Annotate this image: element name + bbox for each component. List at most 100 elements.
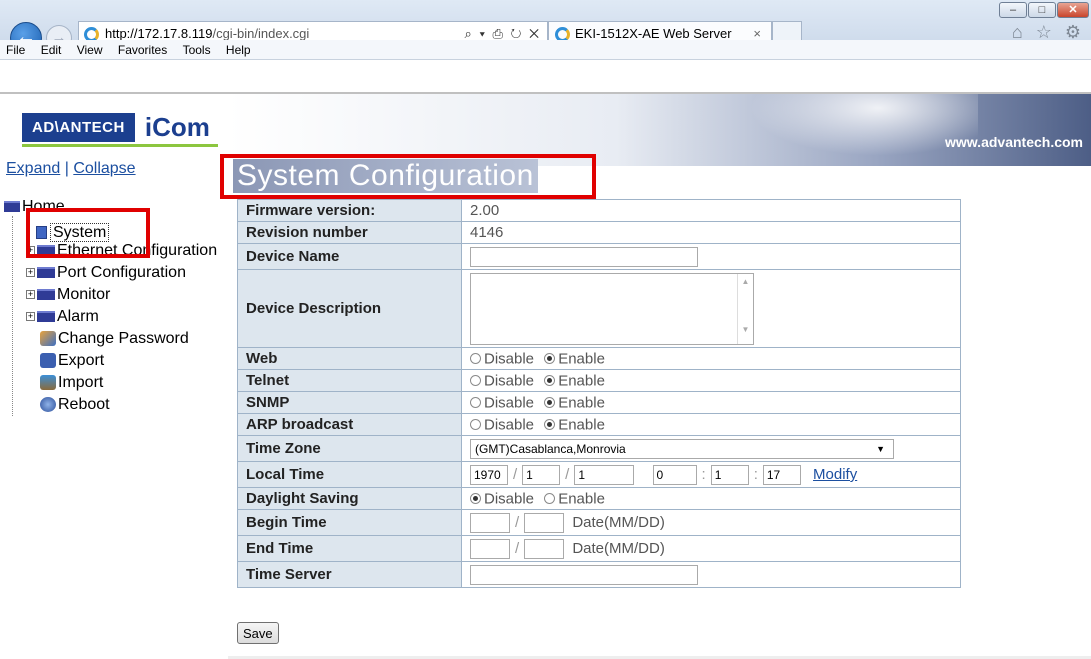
sidebar-item-port-configuration[interactable]: + Port Configuration bbox=[26, 264, 186, 282]
device-name-label: Device Name bbox=[237, 243, 462, 270]
telnet-disable-radio[interactable] bbox=[470, 375, 481, 387]
radio-label: Enable bbox=[558, 372, 605, 390]
date-separator: / bbox=[515, 514, 520, 531]
minimize-button[interactable]: – bbox=[999, 2, 1027, 18]
expand-link[interactable]: Expand bbox=[6, 160, 60, 177]
local-second-field[interactable]: 17 bbox=[762, 464, 801, 485]
radio-label: Disable bbox=[484, 350, 535, 368]
time-server-field[interactable] bbox=[470, 564, 698, 585]
sidebar-item-reboot[interactable]: Reboot bbox=[40, 396, 110, 414]
window-controls: – □ ✕ bbox=[999, 2, 1089, 18]
local-minute-field[interactable]: 1 bbox=[710, 464, 749, 485]
snmp-disable-radio[interactable] bbox=[470, 397, 481, 409]
device-description-textarea[interactable]: ▲ ▼ bbox=[470, 272, 754, 345]
date-hint: Date(MM/DD) bbox=[572, 514, 665, 531]
link-divider: | bbox=[60, 160, 74, 177]
modify-link[interactable]: Modify bbox=[813, 466, 857, 483]
tab-title: EKI-1512X-AE Web Server bbox=[575, 26, 732, 41]
dst-enable-radio[interactable] bbox=[544, 493, 556, 505]
folder-icon bbox=[37, 267, 55, 279]
date-separator: / bbox=[515, 540, 520, 557]
firmware-label: Firmware version: bbox=[237, 199, 462, 222]
timezone-selected-value: (GMT)Casablanca,Monrovia bbox=[475, 441, 626, 456]
highlight-box-system bbox=[26, 208, 150, 258]
logo-brand: AD\ANTECH bbox=[22, 112, 135, 142]
radio-label: Enable bbox=[558, 350, 605, 368]
maximize-button[interactable]: □ bbox=[1028, 2, 1056, 18]
table-row: ARP broadcast Disable Enable bbox=[237, 413, 961, 436]
sidebar-item-label: Reboot bbox=[58, 396, 110, 413]
device-name-field[interactable] bbox=[470, 246, 698, 267]
snmp-enable-radio[interactable] bbox=[544, 397, 556, 409]
localtime-label: Local Time bbox=[237, 461, 462, 488]
menu-file[interactable]: File bbox=[6, 43, 25, 57]
export-icon bbox=[40, 353, 56, 369]
arp-label: ARP broadcast bbox=[237, 413, 462, 436]
sidebar-item-change-password[interactable]: Change Password bbox=[40, 330, 189, 348]
radio-label: Disable bbox=[484, 490, 535, 508]
table-row: End Time / Date(MM/DD) bbox=[237, 535, 961, 562]
timezone-label: Time Zone bbox=[237, 435, 462, 462]
table-row: Time Zone (GMT)Casablanca,Monrovia ▼ bbox=[237, 435, 961, 462]
save-button[interactable]: Save bbox=[237, 622, 279, 644]
begin-time-label: Begin Time bbox=[237, 509, 462, 536]
timezone-select[interactable]: (GMT)Casablanca,Monrovia ▼ bbox=[470, 438, 894, 459]
expand-plus-icon[interactable]: + bbox=[26, 312, 35, 322]
table-row: Telnet Disable Enable bbox=[237, 369, 961, 392]
close-window-button[interactable]: ✕ bbox=[1057, 2, 1089, 18]
time-separator: : bbox=[753, 466, 758, 483]
textarea-scrollbar[interactable]: ▲ ▼ bbox=[737, 273, 753, 344]
menu-help[interactable]: Help bbox=[226, 43, 251, 57]
website-url: www.advantech.com bbox=[945, 134, 1083, 150]
expand-plus-icon[interactable]: + bbox=[26, 268, 35, 278]
password-icon bbox=[40, 331, 56, 347]
table-row: Begin Time / Date(MM/DD) bbox=[237, 509, 961, 536]
local-hour-field[interactable]: 0 bbox=[652, 464, 697, 485]
radio-label: Enable bbox=[558, 394, 605, 412]
sidebar-item-monitor[interactable]: + Monitor bbox=[26, 286, 110, 304]
menu-favorites[interactable]: Favorites bbox=[118, 43, 167, 57]
page-header: www.advantech.com AD\ANTECH iCom bbox=[0, 60, 1091, 166]
table-row: Time Server bbox=[237, 561, 961, 588]
sidebar-item-export[interactable]: Export bbox=[40, 352, 104, 370]
web-disable-radio[interactable] bbox=[470, 353, 481, 365]
end-month-field[interactable] bbox=[470, 538, 510, 559]
tree-connector bbox=[12, 216, 13, 416]
web-label: Web bbox=[237, 347, 462, 370]
table-row: Device Description ▲ ▼ bbox=[237, 269, 961, 348]
telnet-enable-radio[interactable] bbox=[544, 375, 556, 387]
telnet-label: Telnet bbox=[237, 369, 462, 392]
dst-label: Daylight Saving bbox=[237, 487, 462, 510]
radio-label: Disable bbox=[484, 394, 535, 412]
web-enable-radio[interactable] bbox=[544, 353, 556, 365]
advantech-logo: AD\ANTECH iCom bbox=[22, 112, 210, 142]
collapse-link[interactable]: Collapse bbox=[73, 160, 135, 177]
expand-plus-icon[interactable]: + bbox=[26, 290, 35, 300]
local-day-field[interactable]: 1 bbox=[574, 464, 635, 485]
radio-label: Disable bbox=[484, 416, 535, 434]
table-row: Web Disable Enable bbox=[237, 347, 961, 370]
begin-day-field[interactable] bbox=[524, 512, 565, 533]
sidebar-item-label: Alarm bbox=[57, 308, 99, 325]
local-month-field[interactable]: 1 bbox=[522, 464, 561, 485]
end-day-field[interactable] bbox=[524, 538, 565, 559]
sidebar-item-label: Export bbox=[58, 352, 105, 369]
arp-enable-radio[interactable] bbox=[544, 419, 556, 431]
menu-edit[interactable]: Edit bbox=[41, 43, 62, 57]
radio-label: Disable bbox=[484, 372, 535, 390]
highlight-box-title bbox=[220, 154, 596, 199]
table-row: Device Name bbox=[237, 243, 961, 270]
dst-disable-radio[interactable] bbox=[470, 493, 481, 505]
menu-view[interactable]: View bbox=[77, 43, 103, 57]
reboot-icon bbox=[40, 397, 56, 413]
sidebar-item-alarm[interactable]: + Alarm bbox=[26, 308, 99, 326]
radio-label: Enable bbox=[558, 490, 605, 508]
table-row: Local Time 1970/1/1 0:1:17 Modify bbox=[237, 461, 961, 488]
menu-tools[interactable]: Tools bbox=[183, 43, 211, 57]
sidebar-item-import[interactable]: Import bbox=[40, 374, 103, 392]
device-desc-label: Device Description bbox=[237, 269, 462, 348]
local-year-field[interactable]: 1970 bbox=[470, 464, 508, 485]
begin-month-field[interactable] bbox=[470, 512, 510, 533]
folder-icon bbox=[4, 201, 20, 213]
arp-disable-radio[interactable] bbox=[470, 419, 481, 431]
